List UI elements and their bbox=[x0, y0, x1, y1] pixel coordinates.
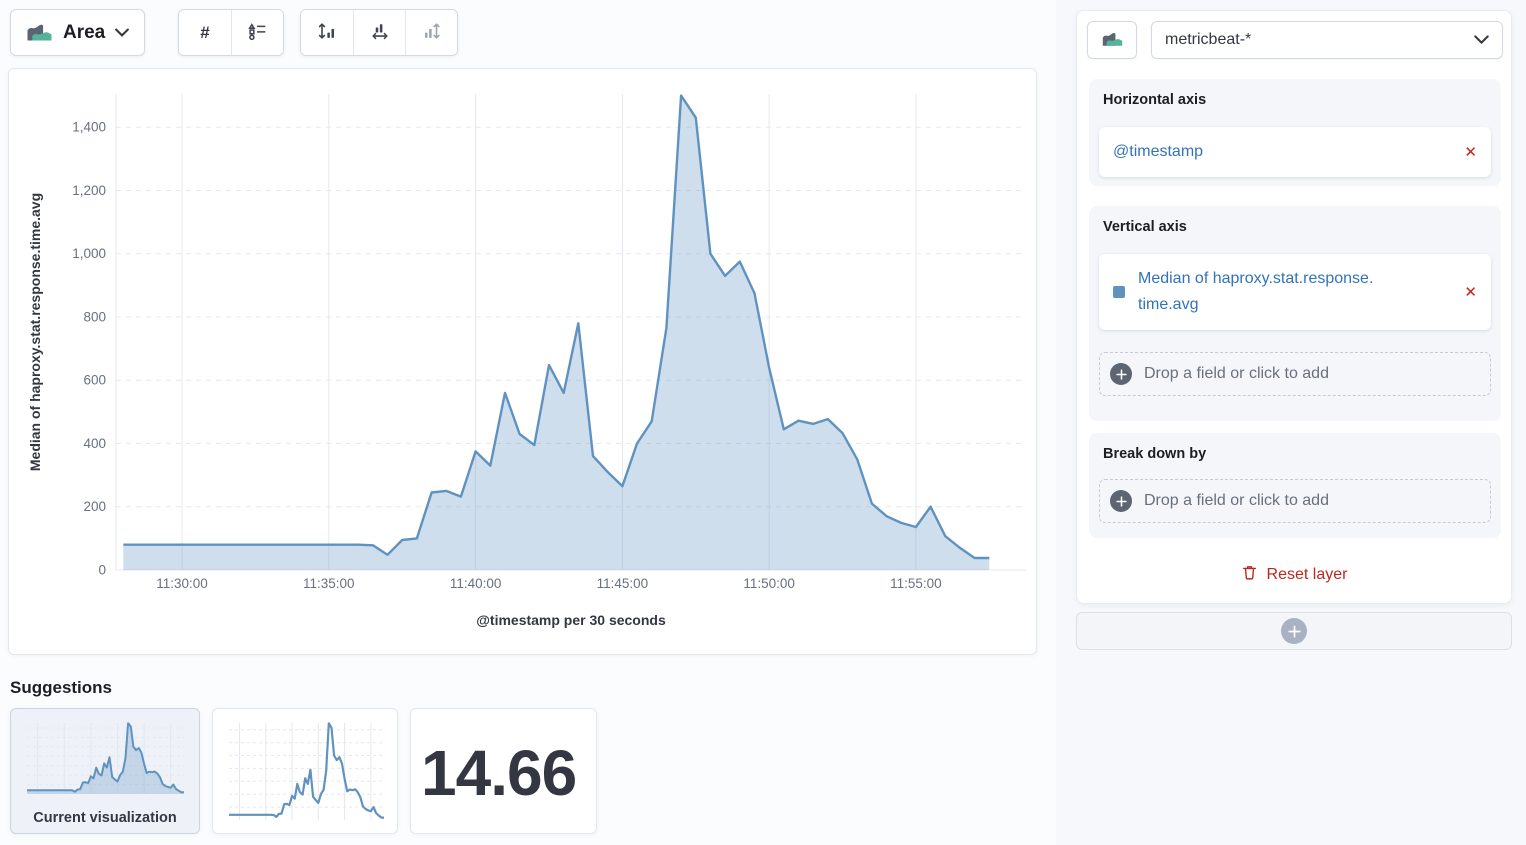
svg-text:1,400: 1,400 bbox=[72, 120, 106, 135]
suggestion-metric-value: 14.66 bbox=[415, 723, 597, 823]
svg-text:11:55:00: 11:55:00 bbox=[890, 576, 942, 591]
suggestion-line-chart[interactable] bbox=[212, 708, 398, 834]
horizontal-axis-icon bbox=[370, 21, 390, 44]
remove-dimension-icon[interactable]: ✕ bbox=[1454, 143, 1477, 161]
reset-layer-button[interactable]: Reset layer bbox=[1077, 559, 1511, 591]
area-chart-icon bbox=[26, 21, 53, 45]
dimension-field-label: Median of haproxy.stat.response. time.av… bbox=[1138, 266, 1454, 317]
axis-settings-group bbox=[300, 9, 458, 56]
breakdown-dropzone[interactable]: Drop a field or click to add bbox=[1099, 479, 1491, 523]
svg-text:1,000: 1,000 bbox=[72, 246, 106, 261]
chevron-down-icon bbox=[1474, 31, 1489, 49]
breakdown-label: Break down by bbox=[1103, 446, 1206, 462]
horizontal-axis-label: Horizontal axis bbox=[1103, 92, 1206, 108]
horizontal-axis-section: Horizontal axis @timestamp ✕ bbox=[1089, 79, 1501, 186]
svg-text:11:30:00: 11:30:00 bbox=[156, 576, 208, 591]
add-layer-plus-icon bbox=[1281, 618, 1307, 644]
right-axis-icon bbox=[422, 21, 442, 44]
dimension-field-label: @timestamp bbox=[1113, 139, 1454, 165]
hash-icon: # bbox=[200, 23, 209, 43]
lens-editor: Area # bbox=[0, 0, 1526, 845]
chart-type-label: Area bbox=[63, 22, 105, 44]
remove-dimension-icon[interactable]: ✕ bbox=[1454, 283, 1477, 301]
layer-config-card: metricbeat-* Horizontal axis @timestamp … bbox=[1076, 10, 1512, 604]
area-chart-icon bbox=[1101, 30, 1124, 50]
horizontal-axis-dimension[interactable]: @timestamp ✕ bbox=[1099, 127, 1491, 177]
svg-text:800: 800 bbox=[83, 310, 106, 325]
layer-chart-type-button[interactable] bbox=[1087, 21, 1137, 59]
dropzone-label: Drop a field or click to add bbox=[1144, 492, 1329, 510]
bottom-axis-button[interactable] bbox=[353, 10, 405, 55]
suggestion-line-thumbnail bbox=[224, 718, 388, 824]
index-pattern-value: metricbeat-* bbox=[1165, 31, 1251, 49]
chevron-down-icon bbox=[115, 25, 129, 40]
dropzone-label: Drop a field or click to add bbox=[1144, 365, 1329, 383]
main-area-chart: 11:30:00 11:35:00 11:40:00 11:45:00 11:50:00… bbox=[9, 69, 1036, 654]
vertical-axis-label: Vertical axis bbox=[1103, 219, 1187, 235]
right-axis-button-disabled[interactable] bbox=[405, 10, 457, 55]
add-layer-button[interactable] bbox=[1076, 612, 1512, 650]
vertical-axis-dimension[interactable]: Median of haproxy.stat.response. time.av… bbox=[1099, 254, 1491, 330]
suggestion-current-label: Current visualization bbox=[11, 810, 199, 826]
suggestion-metric[interactable]: 14.66 bbox=[410, 708, 597, 834]
svg-text:11:40:00: 11:40:00 bbox=[450, 576, 502, 591]
suggestions-heading: Suggestions bbox=[10, 678, 112, 698]
vertical-axis-dropzone[interactable]: Drop a field or click to add bbox=[1099, 352, 1491, 396]
svg-text:11:45:00: 11:45:00 bbox=[597, 576, 649, 591]
svg-text:@timestamp per 30 seconds: @timestamp per 30 seconds bbox=[476, 612, 666, 628]
visualization-panel[interactable]: 11:30:00 11:35:00 11:40:00 11:45:00 11:50:00… bbox=[8, 68, 1037, 655]
svg-text:Median of haproxy.stat.respons: Median of haproxy.stat.response.time.avg bbox=[27, 193, 43, 471]
plus-circle-icon bbox=[1110, 363, 1132, 385]
suggestion-area-thumbnail bbox=[22, 718, 188, 798]
left-axis-button[interactable] bbox=[301, 10, 353, 55]
index-pattern-select[interactable]: metricbeat-* bbox=[1151, 21, 1503, 59]
label-settings-group: # bbox=[178, 9, 284, 56]
svg-text:11:50:00: 11:50:00 bbox=[743, 576, 795, 591]
breakdown-section: Break down by Drop a field or click to a… bbox=[1089, 433, 1501, 538]
reset-layer-label: Reset layer bbox=[1267, 566, 1348, 584]
plus-circle-icon bbox=[1110, 490, 1132, 512]
svg-text:200: 200 bbox=[83, 499, 106, 514]
chart-type-selector[interactable]: Area bbox=[10, 9, 145, 56]
values-labels-button[interactable]: # bbox=[179, 10, 231, 55]
legend-settings-button[interactable] bbox=[231, 10, 283, 55]
svg-text:0: 0 bbox=[98, 563, 106, 578]
vertical-axis-section: Vertical axis Median of haproxy.stat.res… bbox=[1089, 206, 1501, 421]
layer-config-region: metricbeat-* Horizontal axis @timestamp … bbox=[1056, 0, 1526, 845]
svg-text:1,200: 1,200 bbox=[72, 183, 106, 198]
svg-text:400: 400 bbox=[83, 436, 106, 451]
trash-icon bbox=[1241, 564, 1258, 586]
workspace-region: Area # bbox=[0, 0, 1056, 845]
svg-text:600: 600 bbox=[83, 373, 106, 388]
vertical-axis-icon bbox=[317, 21, 337, 44]
suggestion-current-visualization[interactable]: Current visualization bbox=[10, 708, 200, 834]
legend-list-icon bbox=[248, 22, 267, 44]
svg-text:11:35:00: 11:35:00 bbox=[303, 576, 355, 591]
series-color-swatch bbox=[1113, 286, 1125, 298]
